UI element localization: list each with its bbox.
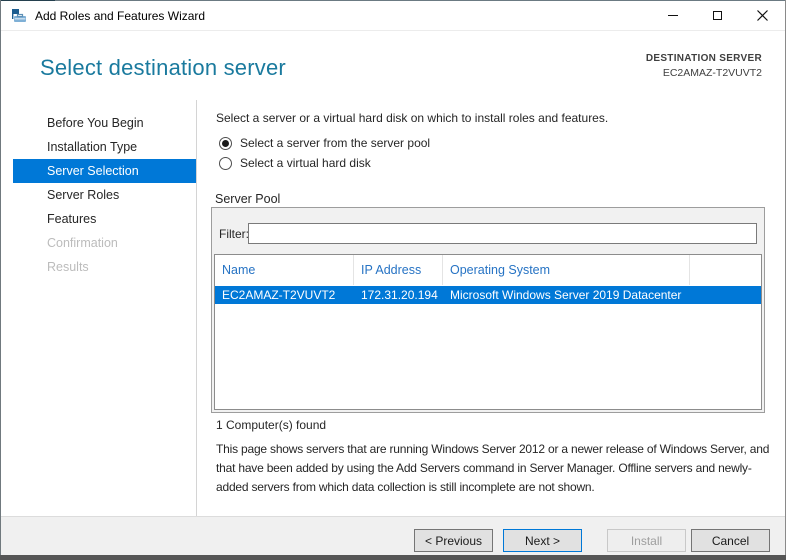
- filter-input[interactable]: [248, 223, 757, 244]
- cell-server-name: EC2AMAZ-T2VUVT2: [222, 288, 336, 302]
- destination-server-label: DESTINATION SERVER: [645, 53, 762, 64]
- minimize-button[interactable]: [650, 1, 695, 30]
- radio-vhd-label: Select a virtual hard disk: [240, 156, 371, 170]
- cancel-button[interactable]: Cancel: [691, 529, 770, 552]
- table-row[interactable]: EC2AMAZ-T2VUVT2 172.31.20.194 Microsoft …: [215, 286, 761, 304]
- table-header-row: Name IP Address Operating System: [215, 255, 761, 285]
- minimize-icon: [667, 15, 678, 16]
- window-titlebar: Add Roles and Features Wizard: [1, 1, 785, 31]
- server-pool-table: Name IP Address Operating System EC2AMAZ…: [214, 254, 762, 410]
- close-button[interactable]: [740, 1, 785, 30]
- server-pool-title: Server Pool: [215, 192, 281, 206]
- caption-buttons: [650, 1, 785, 30]
- install-button: Install: [607, 529, 686, 552]
- page-description: This page shows servers that are running…: [216, 442, 770, 494]
- radio-server-pool-label: Select a server from the server pool: [240, 136, 431, 150]
- server-manager-icon: [12, 8, 26, 22]
- maximize-button[interactable]: [695, 1, 740, 30]
- filter-label: Filter:: [219, 227, 249, 241]
- page-title: Select destination server: [40, 55, 286, 80]
- window-border-bottom: [0, 555, 786, 560]
- window-border-left: [0, 0, 1, 560]
- sidebar-divider: [196, 100, 197, 516]
- column-header-ip-address[interactable]: IP Address: [354, 255, 443, 285]
- previous-button[interactable]: < Previous: [414, 529, 493, 552]
- sidebar-item-server-selection[interactable]: Server Selection: [13, 159, 196, 183]
- maximize-icon: [713, 11, 722, 20]
- close-icon: [757, 10, 768, 21]
- radio-selected-icon: [219, 136, 232, 150]
- add-roles-wizard-window: Add Roles and Features Wizard Select des…: [0, 0, 786, 560]
- radio-unselected-icon: [219, 156, 232, 170]
- wizard-steps-sidebar: Before You Begin Installation Type Serve…: [1, 111, 196, 279]
- sidebar-item-installation-type[interactable]: Installation Type: [1, 135, 196, 159]
- computers-found-text: 1 Computer(s) found: [216, 418, 327, 432]
- wizard-footer: < Previous Next > Install Cancel: [1, 516, 785, 555]
- cell-ip-address: 172.31.20.194: [361, 288, 438, 302]
- sidebar-item-results: Results: [47, 260, 89, 274]
- server-pool-box: Filter: Name IP Address Operating System…: [211, 207, 765, 413]
- column-header-name[interactable]: Name: [215, 255, 354, 285]
- window-title: Add Roles and Features Wizard: [35, 8, 206, 23]
- radio-select-server-pool[interactable]: Select a server from the server pool: [219, 136, 430, 150]
- sidebar-item-server-roles[interactable]: Server Roles: [1, 183, 196, 207]
- cell-operating-system: Microsoft Windows Server 2019 Datacenter: [450, 288, 682, 302]
- radio-select-vhd[interactable]: Select a virtual hard disk: [219, 156, 371, 170]
- sidebar-item-before-you-begin[interactable]: Before You Begin: [1, 111, 196, 135]
- sidebar-item-features[interactable]: Features: [1, 207, 196, 231]
- destination-server-name: EC2AMAZ-T2VUVT2: [662, 67, 762, 79]
- column-header-filler: [690, 255, 761, 285]
- column-header-operating-system[interactable]: Operating System: [443, 255, 690, 285]
- intro-text: Select a server or a virtual hard disk o…: [216, 111, 609, 125]
- destination-server-block: DESTINATION SERVER EC2AMAZ-T2VUVT2: [646, 53, 762, 79]
- next-button[interactable]: Next >: [503, 529, 582, 552]
- sidebar-item-confirmation: Confirmation: [47, 236, 118, 250]
